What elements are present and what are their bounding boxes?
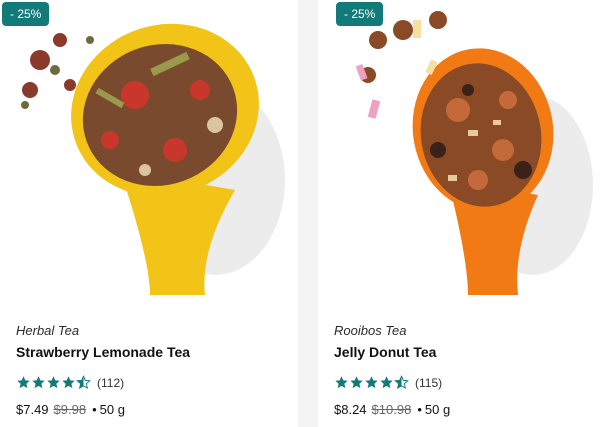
star-half-icon [76, 375, 91, 390]
review-count: (115) [415, 375, 443, 390]
product-category: Rooibos Tea [334, 323, 407, 338]
star-rating [334, 375, 409, 390]
star-half-icon [394, 375, 409, 390]
original-price: $9.98 [53, 402, 87, 417]
discount-badge: - 25% [336, 2, 384, 26]
sale-price: $8.24 [334, 402, 367, 417]
product-weight: 50 g [424, 402, 451, 417]
star-rating [16, 375, 91, 390]
product-card[interactable]: - 25% Rooibos Tea Jelly Donut Tea (115) … [318, 0, 600, 427]
original-price: $10.98 [371, 402, 412, 417]
price-row: $8.24 $10.98 • 50 g [334, 402, 450, 417]
star-full-icon [365, 376, 378, 389]
star-full-icon [380, 376, 393, 389]
product-weight: 50 g [99, 402, 125, 417]
price-row: $7.49 $9.98 • 50 g [16, 402, 125, 417]
product-image[interactable]: - 25% [0, 0, 298, 295]
product-title[interactable]: Jelly Donut Tea [334, 344, 590, 362]
star-full-icon [335, 376, 348, 389]
separator: • [92, 402, 97, 417]
star-full-icon [62, 376, 75, 389]
tea-scoop-illustration [21, 23, 285, 295]
review-count: (112) [97, 375, 125, 390]
product-rating[interactable]: (115) [334, 375, 442, 390]
star-full-icon [47, 376, 60, 389]
product-grid: - 25% Herbal Tea Strawberry Lemonade Tea… [0, 0, 600, 427]
product-card[interactable]: - 25% Herbal Tea Strawberry Lemonade Tea… [0, 0, 298, 427]
sale-price: $7.49 [16, 402, 49, 417]
star-full-icon [32, 376, 45, 389]
product-rating[interactable]: (112) [16, 375, 124, 390]
separator: • [417, 402, 422, 417]
star-full-icon [17, 376, 30, 389]
product-image[interactable]: - 25% [318, 0, 600, 295]
star-full-icon [350, 376, 363, 389]
discount-badge: - 25% [2, 2, 50, 26]
product-title[interactable]: Strawberry Lemonade Tea [16, 344, 288, 362]
tea-scoop-illustration [355, 11, 593, 295]
product-info: Herbal Tea Strawberry Lemonade Tea [16, 323, 288, 362]
product-info: Rooibos Tea Jelly Donut Tea [334, 323, 590, 362]
product-category: Herbal Tea [16, 323, 80, 338]
